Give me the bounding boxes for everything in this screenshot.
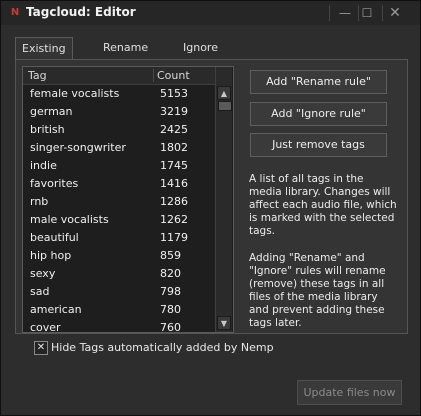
tab-rename-rules[interactable]: Rename rules xyxy=(97,37,154,75)
column-header-tag[interactable]: Tag xyxy=(28,69,47,82)
list-item[interactable]: sexy 820 xyxy=(23,265,218,283)
minimize-icon[interactable]: — xyxy=(334,4,356,22)
tag-count: 3219 xyxy=(160,105,188,118)
tag-name: american xyxy=(30,303,82,316)
list-item[interactable]: female vocalists 5153 xyxy=(23,85,218,103)
tag-name: favorites xyxy=(30,177,79,190)
tag-count: 1802 xyxy=(160,141,188,154)
chevron-up-icon[interactable]: ▲ xyxy=(217,86,231,100)
title-separator xyxy=(329,5,330,21)
tag-count: 1745 xyxy=(160,159,188,172)
list-item[interactable]: british 2425 xyxy=(23,121,218,139)
list-item[interactable]: male vocalists 1262 xyxy=(23,211,218,229)
add-rename-rule-button[interactable]: Add "Rename rule" xyxy=(250,70,387,94)
tag-name: sad xyxy=(30,285,50,298)
tag-count: 780 xyxy=(160,303,181,316)
window-title: Tagcloud: Editor xyxy=(26,5,136,19)
tag-name: rnb xyxy=(30,195,49,208)
app-icon: N xyxy=(10,7,20,18)
vertical-scrollbar[interactable]: ▲ ▼ xyxy=(215,67,232,332)
list-item[interactable]: singer-songwriter 1802 xyxy=(23,139,218,157)
tag-name: singer-songwriter xyxy=(30,141,126,154)
list-item[interactable]: favorites 1416 xyxy=(23,175,218,193)
tag-count: 1179 xyxy=(160,231,188,244)
description-list: A list of all tags in the media library.… xyxy=(249,173,397,237)
title-separator xyxy=(382,5,383,21)
tag-name: beautiful xyxy=(30,231,79,244)
tag-name: cover xyxy=(30,321,61,333)
list-item[interactable]: german 3219 xyxy=(23,103,218,121)
tag-name: female vocalists xyxy=(30,87,120,100)
tag-name: german xyxy=(30,105,73,118)
maximize-icon[interactable]: ☐ xyxy=(356,4,378,22)
list-item[interactable]: cover 760 xyxy=(23,319,218,333)
tab-ignore-rules[interactable]: Ignore rules xyxy=(177,37,224,75)
tag-name: indie xyxy=(30,159,57,172)
tag-count: 1286 xyxy=(160,195,188,208)
tag-count: 760 xyxy=(160,321,181,333)
description-rules: Adding "Rename" and "Ignore" rules will … xyxy=(249,252,386,329)
tag-name: male vocalists xyxy=(30,213,109,226)
close-icon[interactable]: ✕ xyxy=(384,4,406,22)
list-item[interactable]: rnb 1286 xyxy=(23,193,218,211)
column-header-count[interactable]: Count xyxy=(157,69,190,82)
list-item[interactable]: beautiful 1179 xyxy=(23,229,218,247)
list-item[interactable]: american 780 xyxy=(23,301,218,319)
update-files-button[interactable]: Update files now xyxy=(297,380,402,405)
tag-name: hip hop xyxy=(30,249,72,262)
list-item[interactable]: indie 1745 xyxy=(23,157,218,175)
tag-name: british xyxy=(30,123,65,136)
title-bar[interactable]: N Tagcloud: Editor — ☐ ✕ xyxy=(1,1,420,25)
list-rows: female vocalists 5153 german 3219 british 242… xyxy=(23,85,218,333)
just-remove-tags-button[interactable]: Just remove tags xyxy=(250,133,387,157)
tag-count: 820 xyxy=(160,267,181,280)
tag-name: sexy xyxy=(30,267,56,280)
tag-count: 859 xyxy=(160,249,181,262)
tag-list[interactable]: Tag Count female vocalists 5153 german 3219… xyxy=(22,66,234,333)
column-divider xyxy=(153,69,154,82)
tag-count: 5153 xyxy=(160,87,188,100)
tab-existing-tags[interactable]: Existing tags xyxy=(15,37,73,76)
list-item[interactable]: hip hop 859 xyxy=(23,247,218,265)
tagcloud-editor-window: N Tagcloud: Editor — ☐ ✕ Existing tags R… xyxy=(0,0,421,416)
hide-auto-tags-label[interactable]: Hide Tags automatically added by Nemp xyxy=(51,341,274,354)
list-header: Tag Count xyxy=(23,67,218,85)
list-item[interactable]: sad 798 xyxy=(23,283,218,301)
chevron-down-icon[interactable]: ▼ xyxy=(217,316,231,330)
hide-auto-tags-checkbox[interactable]: ✕ xyxy=(34,341,48,355)
tag-count: 2425 xyxy=(160,123,188,136)
tag-count: 1416 xyxy=(160,177,188,190)
scrollbar-thumb[interactable] xyxy=(218,101,232,111)
tag-count: 1262 xyxy=(160,213,188,226)
add-ignore-rule-button[interactable]: Add "Ignore rule" xyxy=(250,102,387,126)
tag-count: 798 xyxy=(160,285,181,298)
